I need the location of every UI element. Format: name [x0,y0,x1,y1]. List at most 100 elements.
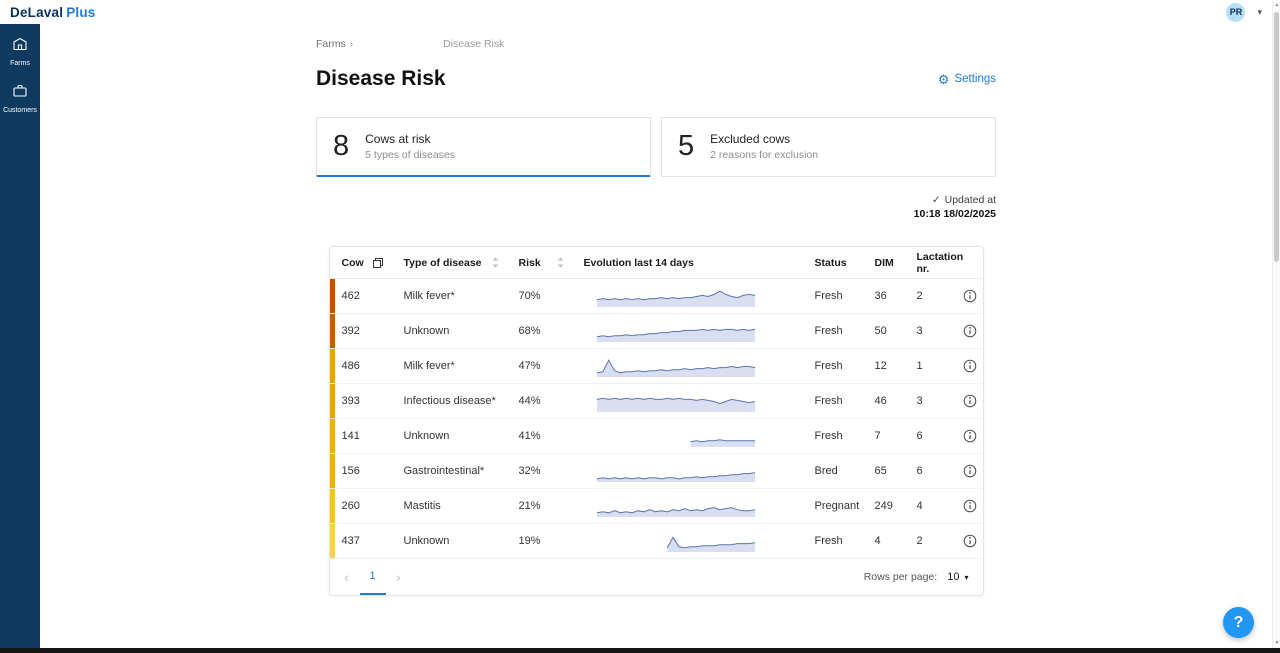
cell-cow: 462 [336,290,396,302]
table-row[interactable]: 392 Unknown 68% Fresh 50 3 [330,314,983,349]
table-row[interactable]: 437 Unknown 19% Fresh 4 2 [330,524,983,559]
brand-logo-accent: Plus [66,5,95,20]
cell-risk: 47% [511,360,576,372]
cell-status: Pregnant [811,500,869,512]
info-icon[interactable] [963,324,977,338]
sidebar-item-customers[interactable]: Customers [3,83,37,114]
scroll-up-icon[interactable]: ▲ [1273,2,1280,8]
rows-per-page-select[interactable]: 10 ▾ [947,571,968,583]
table-row[interactable]: 141 Unknown 41% Fresh 7 6 [330,419,983,454]
sparkline-chart [596,423,756,449]
disease-risk-table: Cow Type of disease Risk [329,246,984,596]
cell-lactation: 3 [909,395,955,407]
cell-dim: 7 [869,430,909,442]
info-icon[interactable] [963,464,977,478]
cell-disease: Mastitis [396,500,511,512]
cell-dim: 36 [869,290,909,302]
cell-cow: 260 [336,500,396,512]
updated-timestamp: 10:18 18/02/2025 [316,208,996,220]
sparkline-chart [596,318,756,344]
chevron-right-icon: › [350,39,353,50]
settings-button[interactable]: ⚙ Settings [938,73,996,86]
help-button[interactable]: ? [1223,607,1254,638]
table-row[interactable]: 260 Mastitis 21% Pregnant 249 4 [330,489,983,524]
sparkline-chart [596,388,756,414]
cell-risk: 44% [511,395,576,407]
brand-logo-bold: DeLaval [10,5,63,20]
cell-disease: Unknown [396,325,511,337]
top-bar: DeLavalPlus PR ▾ [0,0,1280,24]
card-value: 5 [678,131,694,161]
scrollbar[interactable]: ▲ ▼ [1272,0,1280,648]
breadcrumb-item-farms[interactable]: Farms [316,38,346,50]
info-icon[interactable] [963,499,977,513]
check-icon: ✓ [932,194,941,206]
table-header: Cow Type of disease Risk [330,247,983,279]
cell-status: Fresh [811,430,869,442]
cell-risk: 68% [511,325,576,337]
card-excluded-cows[interactable]: 5 Excluded cows 2 reasons for exclusion [661,117,996,177]
column-header-lactation: Lactation nr. [917,251,964,275]
info-icon[interactable] [963,534,977,548]
sparkline-chart [596,353,756,379]
page-number-button[interactable]: 1 [360,559,386,595]
sort-icon[interactable] [557,257,564,268]
cell-risk: 19% [511,535,576,547]
sidebar-item-farms[interactable]: Farms [10,36,30,67]
caret-down-icon: ▾ [964,573,968,582]
cell-cow: 392 [336,325,396,337]
sidebar: Farms Customers [0,24,40,648]
table-row[interactable]: 462 Milk fever* 70% Fresh 36 2 [330,279,983,314]
copy-icon[interactable] [372,257,384,269]
sparkline-chart [596,283,756,309]
updated-at: ✓Updated at 10:18 18/02/2025 [316,194,996,220]
row-risk-color-bar [330,314,335,348]
cell-status: Fresh [811,535,869,547]
card-subtitle: 2 reasons for exclusion [710,149,818,161]
cell-risk: 41% [511,430,576,442]
breadcrumb: Farms › Disease Risk [316,38,996,50]
main-content: Farms › Disease Risk Disease Risk ⚙ Sett… [40,24,1272,648]
scroll-down-icon[interactable]: ▼ [1273,640,1280,646]
row-risk-color-bar [330,349,335,383]
table-row[interactable]: 393 Infectious disease* 44% Fresh 46 3 [330,384,983,419]
table-row[interactable]: 486 Milk fever* 47% Fresh 12 1 [330,349,983,384]
row-risk-color-bar [330,524,335,558]
profile-chevron-down-icon[interactable]: ▾ [1257,7,1262,18]
row-risk-color-bar [330,279,335,313]
scrollbar-thumb[interactable] [1274,12,1279,262]
summary-cards: 8 Cows at risk 5 types of diseases 5 Exc… [316,117,996,177]
cell-dim: 65 [869,465,909,477]
column-header-dim: DIM [875,257,894,269]
cell-lactation: 4 [909,500,955,512]
rows-per-page-value: 10 [947,571,959,583]
row-risk-color-bar [330,489,335,523]
table-row[interactable]: 156 Gastrointestinal* 32% Bred 65 6 [330,454,983,489]
customers-icon [12,83,28,104]
settings-label: Settings [954,73,996,85]
rows-per-page-label: Rows per page: [864,571,938,583]
cell-status: Bred [811,465,869,477]
sparkline-chart [596,528,756,554]
sparkline-chart [596,493,756,519]
info-icon[interactable] [963,359,977,373]
cell-lactation: 1 [909,360,955,372]
card-cows-at-risk[interactable]: 8 Cows at risk 5 types of diseases [316,117,651,177]
prev-page-icon[interactable]: ‹ [334,569,360,585]
info-icon[interactable] [963,394,977,408]
sidebar-item-label: Customers [3,107,37,114]
column-header-status: Status [815,257,847,269]
next-page-icon[interactable]: › [386,569,412,585]
breadcrumb-item-current: Disease Risk [443,38,504,50]
cell-disease: Unknown [396,535,511,547]
brand-logo[interactable]: DeLavalPlus [10,5,96,20]
sidebar-item-label: Farms [10,60,30,67]
info-icon[interactable] [963,429,977,443]
card-title: Excluded cows [710,132,818,146]
cell-disease: Milk fever* [396,290,511,302]
cell-status: Fresh [811,360,869,372]
cell-dim: 12 [869,360,909,372]
sort-icon[interactable] [492,257,499,268]
avatar[interactable]: PR [1226,3,1245,22]
info-icon[interactable] [963,289,977,303]
